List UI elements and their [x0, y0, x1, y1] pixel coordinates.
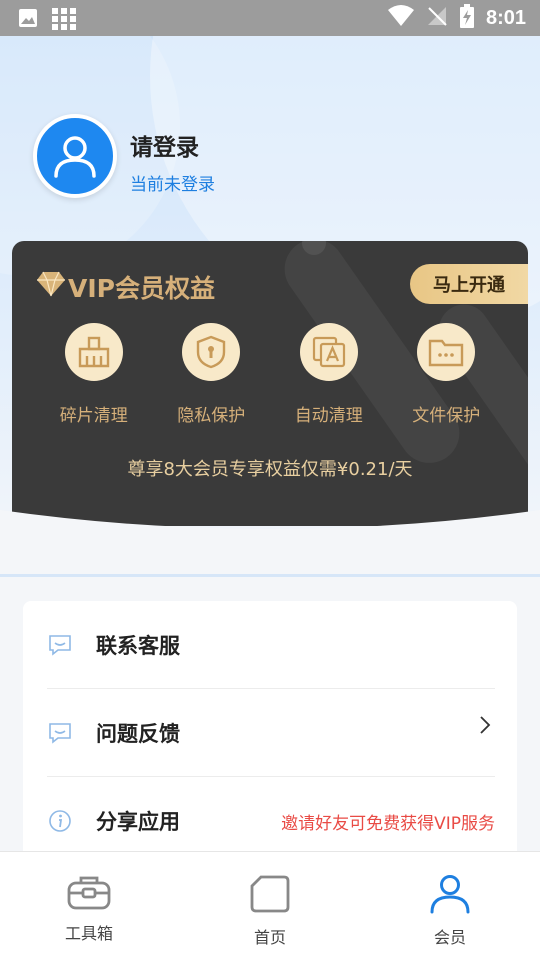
- bottom-tab-bar: 工具箱 首页 会员: [0, 851, 540, 960]
- tab-toolbox[interactable]: 工具箱: [29, 874, 149, 944]
- status-time: 8:01: [485, 6, 526, 29]
- vip-feature-label: 自动清理: [294, 406, 363, 426]
- gallery-icon: [18, 8, 38, 34]
- vip-feature-label: 文件保护: [412, 406, 481, 426]
- menu-item-label: 分享应用: [96, 810, 180, 834]
- auto-clean-icon: [299, 323, 358, 381]
- vip-feature-fragment-clean[interactable]: 碎片清理: [35, 323, 153, 426]
- settings-menu: 联系客服 问题反馈 分享应用 邀请好友可免费获得VIP服务: [23, 601, 517, 861]
- open-vip-button[interactable]: 马上开通: [410, 264, 528, 304]
- menu-item-feedback[interactable]: 问题反馈: [47, 689, 495, 777]
- vip-feature-list: 碎片清理 隐私保护 自动清理 文件保护: [35, 323, 505, 426]
- vip-feature-label: 隐私保护: [177, 406, 246, 426]
- tab-label: 会员: [433, 928, 466, 947]
- tab-label: 首页: [253, 928, 286, 947]
- menu-item-label: 问题反馈: [96, 722, 180, 746]
- shield-lock-icon: [182, 323, 241, 381]
- tab-label: 工具箱: [64, 924, 113, 943]
- folder-password-icon: [417, 323, 476, 381]
- diamond-icon: [36, 271, 66, 301]
- home-hexagon-icon: [249, 874, 291, 918]
- tab-home[interactable]: 首页: [210, 874, 330, 948]
- no-signal-icon: [426, 5, 448, 31]
- menu-item-label: 联系客服: [96, 634, 180, 658]
- user-icon: [54, 136, 96, 178]
- vip-feature-auto-clean[interactable]: 自动清理: [270, 323, 388, 426]
- status-bar: 8:01: [0, 0, 540, 36]
- vip-feature-privacy[interactable]: 隐私保护: [153, 323, 271, 426]
- info-icon: [47, 808, 73, 834]
- broom-icon: [64, 323, 123, 381]
- login-title[interactable]: 请登录: [130, 128, 199, 162]
- tab-member[interactable]: 会员: [390, 874, 510, 948]
- vip-price-description: 尊享8大会员专享权益仅需¥0.21/天: [127, 459, 413, 480]
- wifi-icon: [387, 5, 414, 31]
- menu-item-customer-service[interactable]: 联系客服: [47, 601, 495, 689]
- battery-charging-icon: [459, 4, 474, 32]
- vip-feature-file-protect[interactable]: 文件保护: [388, 323, 506, 426]
- vip-title: VIP会员权益: [68, 274, 215, 303]
- login-status: 当前未登录: [130, 175, 215, 195]
- share-promo-text: 邀请好友可免费获得VIP服务: [281, 813, 495, 834]
- toolbox-icon: [67, 874, 111, 914]
- chevron-right-icon: [479, 715, 491, 739]
- avatar[interactable]: [33, 114, 117, 198]
- chat-smile-icon: [47, 632, 73, 658]
- chat-smile-icon: [47, 720, 73, 746]
- section-divider: [0, 574, 540, 577]
- user-icon: [429, 874, 471, 918]
- vip-benefits-card: VIP会员权益 马上开通 碎片清理 隐私保护 自动清理 文件保护 尊享8大会员专…: [12, 241, 528, 526]
- vip-feature-label: 碎片清理: [59, 406, 128, 426]
- grid-app-icon: [52, 8, 76, 34]
